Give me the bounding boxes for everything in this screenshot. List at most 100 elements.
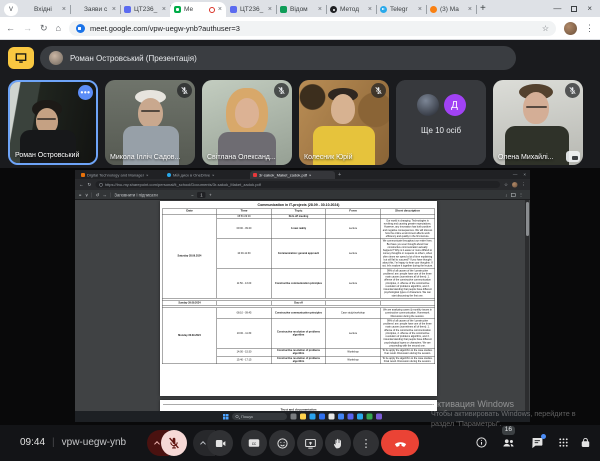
camera-icon — [214, 437, 227, 450]
browser-tab[interactable]: (3) Ма× — [426, 2, 476, 17]
cell-time: 14:00 - 15:30 — [217, 348, 272, 356]
emoji-icon — [276, 437, 289, 450]
more-options-button[interactable]: ⋮ — [353, 430, 379, 456]
participant-tile[interactable]: Олена Михайлі... — [493, 80, 583, 165]
browser-tab[interactable]: Метод× — [326, 2, 376, 17]
shared-tab-label: Мій диск в OneDrive — [173, 173, 210, 178]
captions-button[interactable]: cc — [241, 430, 267, 456]
participant-tile[interactable]: Роман Островський ••• — [8, 80, 98, 165]
raise-hand-icon — [332, 437, 345, 450]
cell-form: Lecture — [326, 219, 381, 239]
meet-favicon — [76, 24, 85, 33]
participant-tile[interactable]: Микола Ілліч Садов... — [105, 80, 195, 165]
lock-icon — [579, 436, 592, 449]
new-tab-button[interactable]: + — [480, 3, 486, 14]
shared-back-icon: ← — [79, 182, 84, 187]
url-field[interactable]: meet.google.com/vpw-uegw-ynb?authuser=3 … — [69, 21, 556, 36]
app-blue-icon — [124, 6, 131, 13]
shared-address-bar: ← ↻ https://lnu-my.sharepoint.com/person… — [75, 179, 530, 190]
onedrive-icon — [167, 173, 171, 177]
present-button[interactable] — [297, 430, 323, 456]
browser-tab[interactable]: ЦТ236_× — [226, 2, 276, 17]
browser-tab[interactable]: ЦТ236_× — [120, 2, 170, 17]
home-icon[interactable]: ⌂ — [56, 24, 61, 33]
shared-new-tab-button: + — [338, 172, 341, 178]
tab-close-icon[interactable]: × — [162, 6, 166, 13]
tab-close-icon[interactable]: × — [418, 6, 422, 13]
shared-reload-icon: ↻ — [88, 182, 92, 188]
pdf-dropdown-icon: ∨ — [85, 192, 88, 198]
tab-close-icon[interactable]: × — [368, 6, 372, 13]
tab-close-icon[interactable]: × — [218, 6, 222, 13]
browser-tab[interactable]: Відом× — [276, 2, 326, 17]
mic-mute-button[interactable] — [161, 430, 187, 456]
host-controls-button[interactable] — [579, 436, 592, 454]
browser-menu-icon[interactable]: ⋮ — [585, 23, 594, 34]
shared-window-close: × — [523, 172, 526, 177]
forward-icon[interactable]: → — [23, 24, 32, 33]
shared-profile-avatar — [512, 182, 518, 188]
tab-search-button[interactable]: v — [4, 3, 18, 16]
clock-time: 09:44 — [20, 437, 45, 448]
participant-tile[interactable]: ДЩе 10 осіб — [396, 80, 486, 165]
app-orange-icon — [430, 6, 437, 13]
end-call-button[interactable] — [381, 430, 419, 456]
profile-avatar[interactable] — [564, 22, 577, 35]
mail-app-icon — [319, 414, 325, 420]
telegram-icon — [380, 6, 387, 13]
tab-close-icon[interactable]: × — [62, 6, 66, 13]
tab-close-icon[interactable]: × — [112, 6, 116, 13]
app-dark-icon — [330, 6, 337, 13]
presentation-indicator[interactable] — [8, 47, 34, 69]
window-maximize-button[interactable] — [571, 6, 577, 12]
presenter-banner[interactable]: Роман Островський (Презентація) — [40, 46, 516, 70]
edge-browser-icon — [310, 414, 316, 420]
browser-tab[interactable]: Заяви с× — [70, 2, 120, 17]
pdf-content-area: Communication in IT-projects (28.09 - 30… — [75, 200, 530, 422]
raise-hand-button[interactable] — [325, 430, 351, 456]
pip-icon[interactable] — [566, 151, 580, 162]
participant-name: Роман Островський — [15, 152, 79, 159]
cell-form: Workshop — [326, 348, 381, 356]
browser-tab[interactable]: Вхідні× — [20, 2, 70, 17]
pdf-page-1: Communication in IT-projects (28.09 - 30… — [160, 201, 437, 396]
presentation-icon — [14, 51, 28, 65]
chat-panel-button[interactable] — [530, 436, 544, 455]
pdf-scrollbar[interactable] — [525, 200, 529, 422]
shared-menu-icon: ⋮ — [522, 182, 527, 188]
window-close-button[interactable]: × — [587, 4, 592, 13]
more-vert-icon: ⋮ — [361, 437, 372, 450]
window-controls: — × — [553, 4, 600, 17]
browser-tab[interactable]: Telegr× — [376, 2, 426, 17]
cell-desc: To be apply the algorithm to the case st… — [380, 348, 435, 356]
pdf-rotate-icon: ↺ — [96, 192, 100, 198]
pdf-zoom-in-icon: + — [209, 193, 211, 198]
bookmark-star-icon[interactable]: ☆ — [542, 24, 549, 33]
window-minimize-button[interactable]: — — [553, 4, 561, 13]
shared-screen[interactable]: Digital Technology and Manager×Мій диск … — [75, 170, 530, 422]
cell-topic: Constructive communication principles — [271, 308, 326, 319]
people-panel-button[interactable] — [501, 436, 516, 455]
pdf-download-icon: ↓ — [505, 193, 507, 198]
tab-close-icon[interactable]: × — [268, 6, 272, 13]
browser-tab[interactable]: Ме× — [170, 2, 226, 17]
mic-off-icon — [568, 86, 577, 95]
tab-close-icon[interactable]: × — [468, 6, 472, 13]
tab-label: Відом — [290, 6, 315, 13]
back-icon[interactable]: ← — [6, 24, 15, 33]
participant-name: Олена Михайлі... — [498, 154, 554, 161]
participant-tile[interactable]: Колесник Юрій — [299, 80, 389, 165]
tab-close-icon[interactable]: × — [318, 6, 322, 13]
reload-icon[interactable]: ↻ — [40, 24, 48, 33]
tile-more-button[interactable]: ••• — [78, 85, 93, 100]
camera-button[interactable] — [207, 430, 233, 456]
meeting-details-button[interactable] — [475, 436, 488, 454]
cell-time: 10:00-11:30 — [217, 239, 272, 269]
presenter-avatar — [49, 51, 63, 65]
reactions-button[interactable] — [269, 430, 295, 456]
pdf-fit-icon: ↔ — [103, 193, 107, 198]
mic-off-icon — [180, 86, 189, 95]
participant-tile[interactable]: Світлана Олександ... — [202, 80, 292, 165]
activities-button[interactable] — [557, 436, 570, 454]
participant-name: Колесник Юрій — [304, 154, 353, 161]
